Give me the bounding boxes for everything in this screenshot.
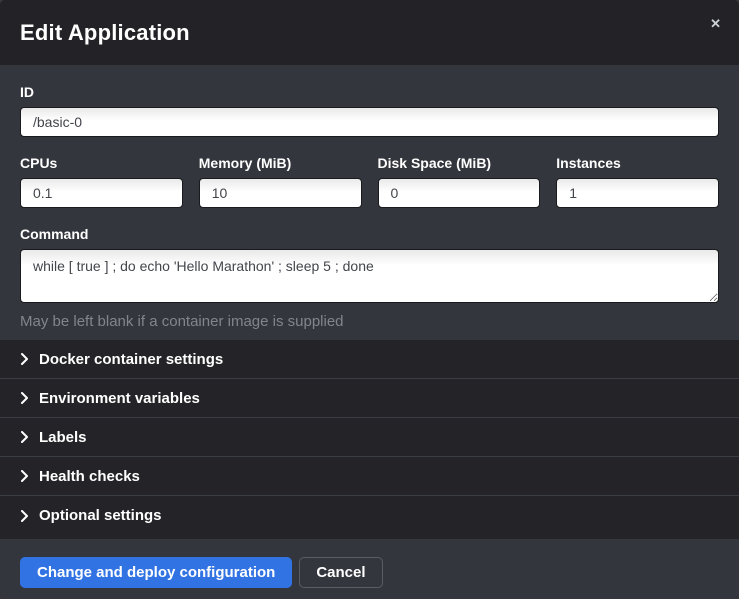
change-and-deploy-button[interactable]: Change and deploy configuration [20, 557, 292, 588]
section-label: Docker container settings [39, 351, 223, 368]
modal-body: ID CPUs Memory (MiB) Disk Space (MiB) In… [0, 65, 739, 340]
memory-field-group: Memory (MiB) [199, 155, 362, 208]
disk-space-input[interactable] [378, 178, 541, 208]
id-label: ID [20, 84, 719, 100]
cpus-input[interactable] [20, 178, 183, 208]
modal-footer: Change and deploy configuration Cancel [0, 539, 739, 599]
command-label: Command [20, 226, 719, 242]
cpus-label: CPUs [20, 155, 183, 171]
section-optional-settings[interactable]: Optional settings [0, 496, 739, 535]
section-health-checks[interactable]: Health checks [0, 457, 739, 496]
cancel-button[interactable]: Cancel [299, 557, 382, 588]
section-label: Optional settings [39, 507, 162, 524]
resources-row: CPUs Memory (MiB) Disk Space (MiB) Insta… [20, 155, 719, 208]
command-textarea[interactable]: while [ true ] ; do echo 'Hello Marathon… [20, 249, 719, 303]
section-labels[interactable]: Labels [0, 418, 739, 457]
chevron-right-icon [20, 392, 29, 404]
id-field-group: ID [20, 84, 719, 137]
instances-input[interactable] [556, 178, 719, 208]
instances-field-group: Instances [556, 155, 719, 208]
instances-label: Instances [556, 155, 719, 171]
id-input[interactable] [20, 107, 719, 137]
disk-space-field-group: Disk Space (MiB) [378, 155, 541, 208]
edit-application-modal: Edit Application ✕ ID CPUs Memory (MiB) … [0, 0, 739, 599]
memory-label: Memory (MiB) [199, 155, 362, 171]
command-help-text: May be left blank if a container image i… [20, 313, 719, 330]
modal-header: Edit Application ✕ [0, 0, 739, 65]
chevron-right-icon [20, 431, 29, 443]
chevron-right-icon [20, 470, 29, 482]
cpus-field-group: CPUs [20, 155, 183, 208]
modal-title: Edit Application [20, 20, 190, 46]
disk-space-label: Disk Space (MiB) [378, 155, 541, 171]
chevron-right-icon [20, 510, 29, 522]
section-docker-container-settings[interactable]: Docker container settings [0, 340, 739, 379]
section-label: Environment variables [39, 390, 200, 407]
close-icon[interactable]: ✕ [706, 13, 725, 34]
command-field-group: Command while [ true ] ; do echo 'Hello … [20, 226, 719, 330]
section-label: Labels [39, 429, 87, 446]
chevron-right-icon [20, 353, 29, 365]
section-environment-variables[interactable]: Environment variables [0, 379, 739, 418]
collapsible-sections: Docker container settings Environment va… [0, 340, 739, 539]
section-label: Health checks [39, 468, 140, 485]
memory-input[interactable] [199, 178, 362, 208]
